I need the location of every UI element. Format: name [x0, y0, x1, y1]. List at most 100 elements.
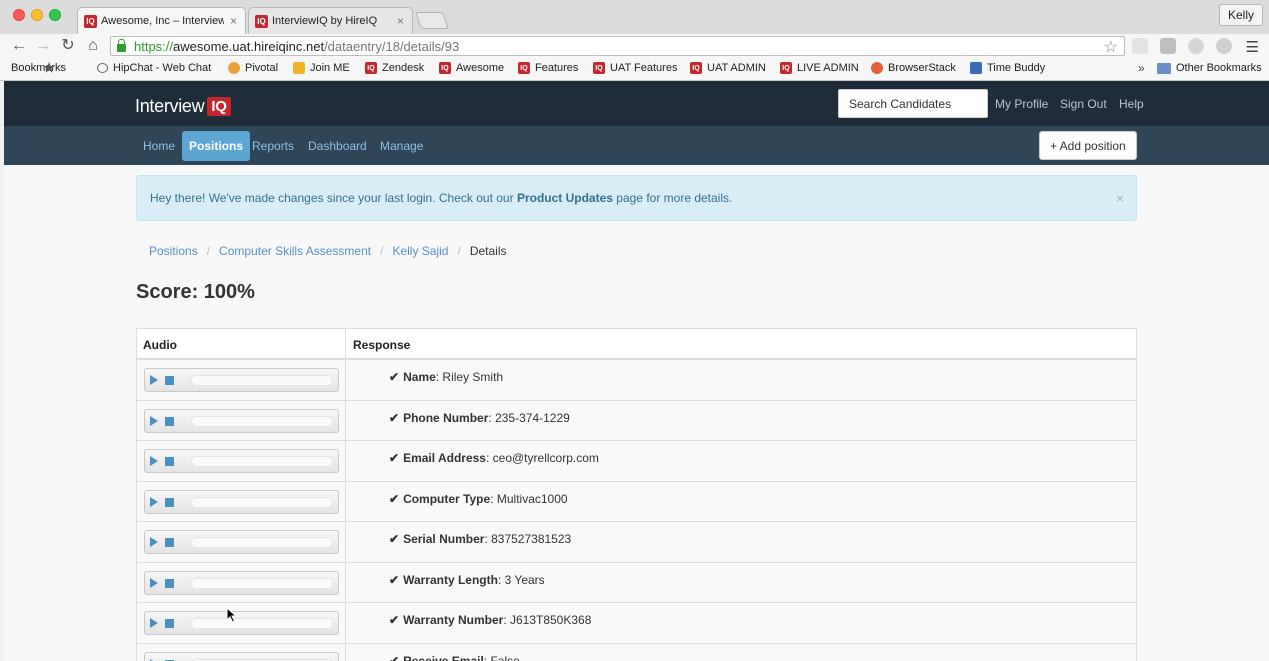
audio-player[interactable]	[144, 489, 339, 514]
audio-progress-track[interactable]	[191, 415, 333, 427]
lock-icon	[117, 39, 126, 52]
new-tab-button[interactable]	[414, 12, 450, 29]
my-profile-link[interactable]: My Profile	[995, 97, 1048, 111]
audio-cell	[137, 643, 346, 661]
audio-player[interactable]	[144, 449, 339, 473]
audio-progress-track[interactable]	[191, 496, 333, 508]
browser-tab[interactable]: IQ InterviewIQ by HireIQ ×	[248, 7, 413, 34]
audio-player[interactable]	[144, 530, 339, 554]
forward-icon[interactable]: →	[34, 37, 52, 55]
product-updates-link[interactable]: Product Updates	[517, 191, 613, 205]
audio-column-header: Audio	[137, 329, 346, 358]
interviewiq-logo[interactable]: Interview IQ	[135, 96, 231, 117]
browser-tab-active[interactable]: IQ Awesome, Inc – InterviewIQ ×	[77, 7, 246, 34]
play-icon[interactable]	[150, 415, 158, 426]
bookmark-item[interactable]: Time Buddy	[970, 62, 1045, 74]
stop-icon[interactable]	[165, 376, 174, 385]
audio-player[interactable]	[144, 570, 339, 595]
close-window-button[interactable]	[13, 9, 25, 21]
bookmark-item[interactable]: IQ UAT Features	[593, 62, 677, 74]
stop-icon[interactable]	[165, 416, 174, 426]
help-link[interactable]: Help	[1119, 97, 1144, 111]
breadcrumb-assessment[interactable]: Computer Skills Assessment	[219, 244, 371, 258]
bookmark-item[interactable]: Join ME	[293, 62, 350, 74]
close-alert-icon[interactable]: ×	[1116, 190, 1124, 206]
more-bookmarks-icon[interactable]: »	[1138, 61, 1145, 75]
table-row: ✔ Email Address: ceo@tyrellcorp.com	[137, 441, 1136, 482]
label-separator: :	[435, 370, 443, 384]
back-icon[interactable]: ←	[10, 37, 28, 55]
reload-icon[interactable]: ↻	[59, 37, 77, 55]
stop-icon[interactable]	[165, 497, 174, 507]
bookmark-item[interactable]: IQ Zendesk	[365, 62, 424, 74]
bookmark-star-icon[interactable]: ☆	[1104, 37, 1118, 57]
response-value: False	[490, 653, 520, 661]
extension-icon[interactable]	[1132, 38, 1148, 54]
play-icon[interactable]	[150, 456, 158, 466]
audio-cell	[137, 400, 346, 440]
home-icon[interactable]: ⌂	[84, 37, 102, 55]
audio-player[interactable]	[144, 651, 339, 661]
audio-player[interactable]	[144, 368, 339, 392]
check-icon: ✔	[389, 613, 400, 627]
iq-icon: IQ	[593, 62, 605, 74]
audio-progress-track[interactable]	[191, 456, 333, 467]
bookmark-item[interactable]: IQ LIVE ADMIN	[780, 62, 859, 74]
other-bookmarks[interactable]: Other Bookmarks	[1157, 62, 1262, 74]
add-position-button[interactable]: + Add position	[1039, 131, 1137, 160]
bookmark-item[interactable]: ★ Bookmarks	[11, 60, 66, 75]
nav-reports[interactable]: Reports	[245, 131, 301, 161]
bookmark-item[interactable]: IQ UAT ADMIN	[690, 62, 766, 74]
play-icon[interactable]	[150, 618, 158, 628]
extension-icon[interactable]	[1160, 38, 1176, 54]
audio-player[interactable]	[144, 611, 339, 635]
main-nav: Home Positions Reports Dashboard Manage …	[4, 126, 1269, 165]
audio-progress-track[interactable]	[191, 618, 333, 629]
extension-icon[interactable]	[1188, 38, 1204, 54]
bookmark-item[interactable]: IQ Awesome	[439, 62, 504, 74]
bookmark-item[interactable]: BrowserStack	[871, 62, 956, 74]
close-tab-icon[interactable]: ×	[230, 14, 237, 28]
response-label: Serial Number	[403, 532, 485, 546]
play-icon[interactable]	[150, 577, 158, 588]
address-bar[interactable]: https://awesome.uat.hireiqinc.net/dataen…	[110, 36, 1125, 56]
close-tab-icon[interactable]: ×	[397, 14, 404, 28]
audio-player[interactable]	[144, 408, 339, 433]
chrome-menu-icon[interactable]: ☰	[1246, 38, 1259, 56]
nav-manage[interactable]: Manage	[373, 131, 430, 161]
sign-out-link[interactable]: Sign Out	[1060, 97, 1107, 111]
play-icon[interactable]	[150, 537, 158, 547]
label-separator: :	[497, 572, 505, 587]
chat-icon	[97, 63, 108, 73]
bookmark-item[interactable]: IQ Features	[518, 62, 578, 74]
url-scheme: https://	[134, 38, 174, 54]
stop-icon[interactable]	[165, 619, 174, 628]
profile-button[interactable]: Kelly	[1218, 4, 1263, 26]
nav-positions[interactable]: Positions	[182, 131, 251, 161]
play-icon[interactable]	[150, 375, 158, 385]
table-row: ✔ Name: Riley Smith	[137, 360, 1136, 401]
stop-icon[interactable]	[165, 457, 174, 466]
audio-progress-track[interactable]	[191, 577, 333, 589]
search-candidates-input[interactable]	[838, 89, 988, 118]
response-cell: ✔ Name: Riley Smith	[346, 360, 1136, 400]
nav-dashboard[interactable]: Dashboard	[301, 131, 374, 161]
nav-home[interactable]: Home	[136, 131, 182, 161]
breadcrumb-candidate[interactable]: Kelly Sajid	[392, 244, 448, 258]
folder-icon	[1157, 62, 1171, 74]
minimize-window-button[interactable]	[31, 9, 43, 21]
browser-tabstrip: IQ Awesome, Inc – InterviewIQ × IQ Inter…	[0, 0, 1269, 34]
alert-text: Hey there! We've made changes since your…	[150, 191, 733, 205]
play-icon[interactable]	[150, 496, 158, 507]
audio-progress-track[interactable]	[191, 537, 333, 548]
breadcrumb-details: Details	[469, 244, 507, 258]
bookmark-item[interactable]: Pivotal	[228, 62, 278, 74]
zoom-window-button[interactable]	[49, 9, 61, 21]
stop-icon[interactable]	[165, 538, 174, 547]
bookmark-item[interactable]: HipChat - Web Chat	[97, 62, 211, 74]
stop-icon[interactable]	[165, 578, 174, 588]
label-separator: :	[503, 613, 510, 627]
audio-progress-track[interactable]	[191, 375, 333, 386]
skype-icon[interactable]	[1216, 38, 1232, 54]
breadcrumb-positions[interactable]: Positions	[149, 244, 198, 258]
